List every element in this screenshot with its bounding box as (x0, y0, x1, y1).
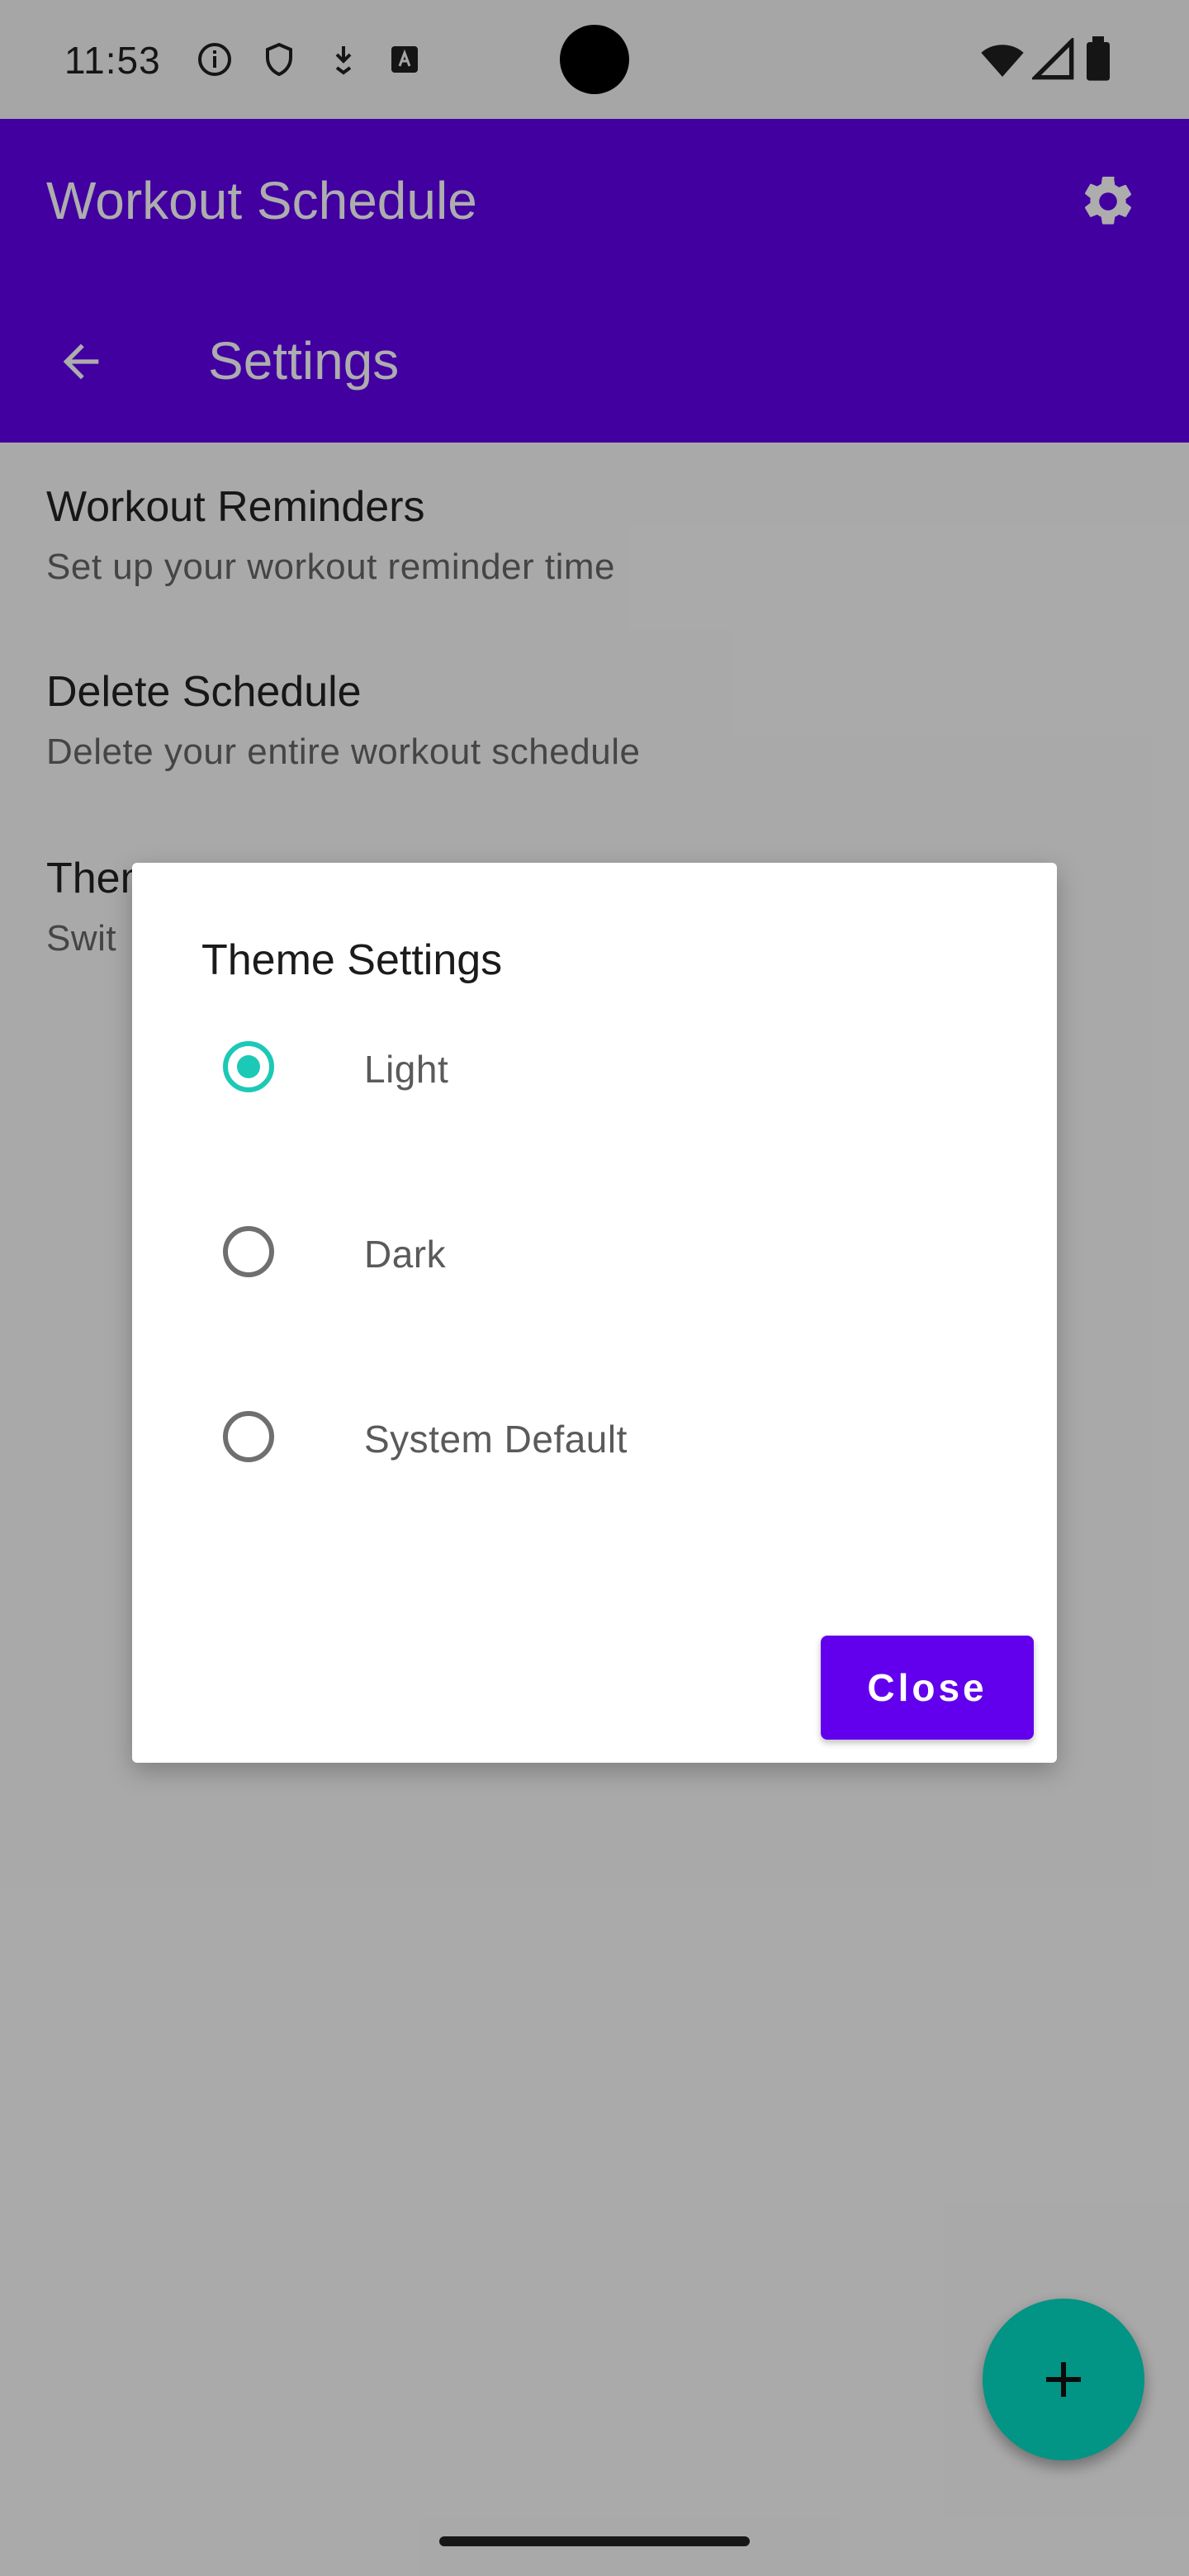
theme-settings-dialog: Theme Settings Light Dark System Default… (132, 863, 1057, 1763)
radio-option-system-default[interactable]: System Default (172, 1373, 997, 1505)
radio-button-light[interactable] (223, 1041, 274, 1092)
close-button[interactable]: Close (821, 1636, 1034, 1740)
radio-option-dark[interactable]: Dark (172, 1188, 997, 1320)
radio-label: Dark (364, 1233, 447, 1276)
radio-button-dark[interactable] (223, 1226, 274, 1277)
dialog-title: Theme Settings (201, 936, 503, 984)
radio-option-light[interactable]: Light (172, 1003, 997, 1135)
radio-label: System Default (364, 1418, 628, 1461)
radio-label: Light (364, 1048, 449, 1091)
radio-button-system-default[interactable] (223, 1411, 274, 1462)
